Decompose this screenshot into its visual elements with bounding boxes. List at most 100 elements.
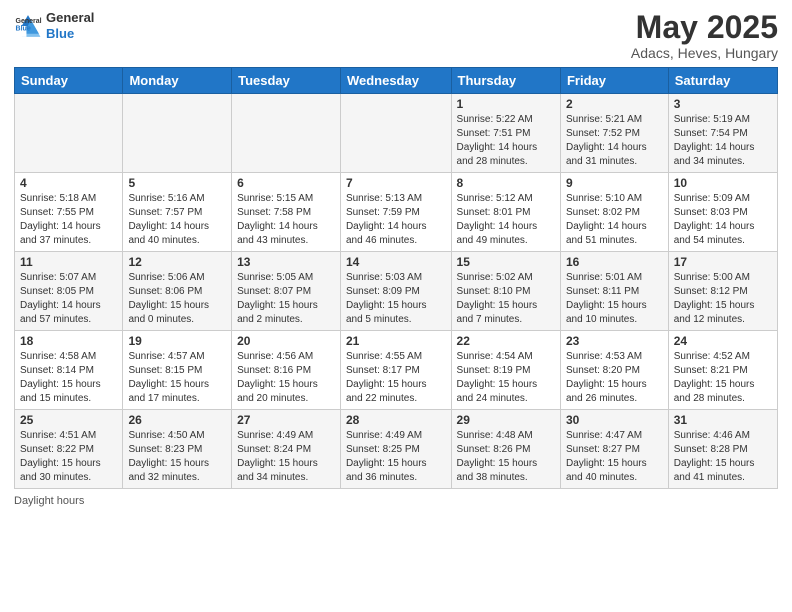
day-number: 19 (128, 334, 226, 348)
day-info: Sunrise: 5:00 AM Sunset: 8:12 PM Dayligh… (674, 271, 772, 327)
day-number: 6 (237, 176, 335, 190)
day-number: 25 (20, 413, 117, 427)
calendar-cell (340, 94, 451, 173)
calendar-cell (232, 94, 341, 173)
day-info: Sunrise: 5:07 AM Sunset: 8:05 PM Dayligh… (20, 271, 117, 327)
weekday-header: Thursday (451, 68, 560, 94)
day-info: Sunrise: 5:05 AM Sunset: 8:07 PM Dayligh… (237, 271, 335, 327)
day-info: Sunrise: 5:12 AM Sunset: 8:01 PM Dayligh… (457, 192, 555, 248)
day-info: Sunrise: 4:49 AM Sunset: 8:24 PM Dayligh… (237, 429, 335, 485)
calendar-cell: 9 Sunrise: 5:10 AM Sunset: 8:02 PM Daylig… (560, 173, 668, 252)
calendar-week-row: 18 Sunrise: 4:58 AM Sunset: 8:14 PM Dayli… (15, 331, 778, 410)
svg-text:Blue: Blue (16, 25, 31, 32)
day-info: Sunrise: 4:51 AM Sunset: 8:22 PM Dayligh… (20, 429, 117, 485)
day-info: Sunrise: 5:09 AM Sunset: 8:03 PM Dayligh… (674, 192, 772, 248)
calendar-week-row: 11Sunrise: 5:07 AM Sunset: 8:05 PM Dayli… (15, 252, 778, 331)
page-title: May 2025 (631, 10, 778, 45)
day-number: 16 (566, 255, 663, 269)
day-number: 7 (346, 176, 446, 190)
calendar-cell: 26 Sunrise: 4:50 AM Sunset: 8:23 PM Dayli… (123, 410, 232, 489)
calendar-cell: 4 Sunrise: 5:18 AM Sunset: 7:55 PM Daylig… (15, 173, 123, 252)
calendar-cell: 18 Sunrise: 4:58 AM Sunset: 8:14 PM Dayli… (15, 331, 123, 410)
calendar-cell: 24Sunrise: 4:52 AM Sunset: 8:21 PM Dayli… (668, 331, 777, 410)
calendar-cell: 20 Sunrise: 4:56 AM Sunset: 8:16 PM Dayli… (232, 331, 341, 410)
calendar-cell: 2 Sunrise: 5:21 AM Sunset: 7:52 PM Daylig… (560, 94, 668, 173)
day-number: 5 (128, 176, 226, 190)
day-info: Sunrise: 4:48 AM Sunset: 8:26 PM Dayligh… (457, 429, 555, 485)
day-number: 30 (566, 413, 663, 427)
weekday-header: Saturday (668, 68, 777, 94)
day-info: Sunrise: 5:10 AM Sunset: 8:02 PM Dayligh… (566, 192, 663, 248)
svg-text:General: General (16, 17, 42, 24)
day-info: Sunrise: 5:21 AM Sunset: 7:52 PM Dayligh… (566, 113, 663, 169)
day-info: Sunrise: 5:15 AM Sunset: 7:58 PM Dayligh… (237, 192, 335, 248)
calendar-cell: 8 Sunrise: 5:12 AM Sunset: 8:01 PM Daylig… (451, 173, 560, 252)
logo-icon: General Blue (14, 12, 42, 40)
day-number: 4 (20, 176, 117, 190)
day-number: 22 (457, 334, 555, 348)
day-info: Sunrise: 4:55 AM Sunset: 8:17 PM Dayligh… (346, 350, 446, 406)
day-info: Sunrise: 4:46 AM Sunset: 8:28 PM Dayligh… (674, 429, 772, 485)
calendar-cell: 31 Sunrise: 4:46 AM Sunset: 8:28 PM Dayli… (668, 410, 777, 489)
day-info: Sunrise: 4:57 AM Sunset: 8:15 PM Dayligh… (128, 350, 226, 406)
day-number: 18 (20, 334, 117, 348)
day-info: Sunrise: 5:03 AM Sunset: 8:09 PM Dayligh… (346, 271, 446, 327)
day-number: 24 (674, 334, 772, 348)
day-info: Sunrise: 5:02 AM Sunset: 8:10 PM Dayligh… (457, 271, 555, 327)
day-number: 26 (128, 413, 226, 427)
calendar-cell: 25 Sunrise: 4:51 AM Sunset: 8:22 PM Dayli… (15, 410, 123, 489)
calendar-cell: 11Sunrise: 5:07 AM Sunset: 8:05 PM Dayli… (15, 252, 123, 331)
day-number: 17 (674, 255, 772, 269)
weekday-header: Tuesday (232, 68, 341, 94)
day-info: Sunrise: 4:49 AM Sunset: 8:25 PM Dayligh… (346, 429, 446, 485)
day-number: 23 (566, 334, 663, 348)
header: General Blue General Blue May 2025 Adacs… (14, 10, 778, 61)
day-info: Sunrise: 4:56 AM Sunset: 8:16 PM Dayligh… (237, 350, 335, 406)
day-info: Sunrise: 5:16 AM Sunset: 7:57 PM Dayligh… (128, 192, 226, 248)
day-info: Sunrise: 5:19 AM Sunset: 7:54 PM Dayligh… (674, 113, 772, 169)
calendar-cell: 6 Sunrise: 5:15 AM Sunset: 7:58 PM Daylig… (232, 173, 341, 252)
calendar-cell: 1Sunrise: 5:22 AM Sunset: 7:51 PM Daylig… (451, 94, 560, 173)
day-info: Sunrise: 5:06 AM Sunset: 8:06 PM Dayligh… (128, 271, 226, 327)
day-number: 10 (674, 176, 772, 190)
page-subtitle: Adacs, Heves, Hungary (631, 45, 778, 61)
calendar-cell: 12Sunrise: 5:06 AM Sunset: 8:06 PM Dayli… (123, 252, 232, 331)
weekday-header: Wednesday (340, 68, 451, 94)
calendar-cell (15, 94, 123, 173)
calendar-cell: 7 Sunrise: 5:13 AM Sunset: 7:59 PM Daylig… (340, 173, 451, 252)
day-number: 13 (237, 255, 335, 269)
day-info: Sunrise: 4:50 AM Sunset: 8:23 PM Dayligh… (128, 429, 226, 485)
calendar-table: SundayMondayTuesdayWednesdayThursdayFrid… (14, 67, 778, 489)
calendar-cell: 19 Sunrise: 4:57 AM Sunset: 8:15 PM Dayli… (123, 331, 232, 410)
day-info: Sunrise: 5:18 AM Sunset: 7:55 PM Dayligh… (20, 192, 117, 248)
calendar-cell (123, 94, 232, 173)
day-info: Sunrise: 4:54 AM Sunset: 8:19 PM Dayligh… (457, 350, 555, 406)
calendar-cell: 5 Sunrise: 5:16 AM Sunset: 7:57 PM Daylig… (123, 173, 232, 252)
logo: General Blue General Blue (14, 10, 94, 41)
calendar-cell: 3Sunrise: 5:19 AM Sunset: 7:54 PM Daylig… (668, 94, 777, 173)
calendar-header-row: SundayMondayTuesdayWednesdayThursdayFrid… (15, 68, 778, 94)
title-block: May 2025 Adacs, Heves, Hungary (631, 10, 778, 61)
calendar-cell: 22 Sunrise: 4:54 AM Sunset: 8:19 PM Dayli… (451, 331, 560, 410)
day-number: 20 (237, 334, 335, 348)
calendar-cell: 15Sunrise: 5:02 AM Sunset: 8:10 PM Dayli… (451, 252, 560, 331)
calendar-cell: 13 Sunrise: 5:05 AM Sunset: 8:07 PM Dayli… (232, 252, 341, 331)
day-number: 31 (674, 413, 772, 427)
day-number: 27 (237, 413, 335, 427)
logo-general: General (46, 10, 94, 26)
calendar-cell: 30Sunrise: 4:47 AM Sunset: 8:27 PM Dayli… (560, 410, 668, 489)
day-info: Sunrise: 5:13 AM Sunset: 7:59 PM Dayligh… (346, 192, 446, 248)
day-number: 29 (457, 413, 555, 427)
day-info: Sunrise: 5:01 AM Sunset: 8:11 PM Dayligh… (566, 271, 663, 327)
day-number: 2 (566, 97, 663, 111)
day-info: Sunrise: 5:22 AM Sunset: 7:51 PM Dayligh… (457, 113, 555, 169)
day-number: 28 (346, 413, 446, 427)
day-number: 9 (566, 176, 663, 190)
weekday-header: Sunday (15, 68, 123, 94)
weekday-header: Friday (560, 68, 668, 94)
calendar-cell: 29 Sunrise: 4:48 AM Sunset: 8:26 PM Dayli… (451, 410, 560, 489)
day-info: Sunrise: 4:58 AM Sunset: 8:14 PM Dayligh… (20, 350, 117, 406)
page: General Blue General Blue May 2025 Adacs… (0, 0, 792, 612)
calendar-cell: 10 Sunrise: 5:09 AM Sunset: 8:03 PM Dayli… (668, 173, 777, 252)
day-number: 8 (457, 176, 555, 190)
